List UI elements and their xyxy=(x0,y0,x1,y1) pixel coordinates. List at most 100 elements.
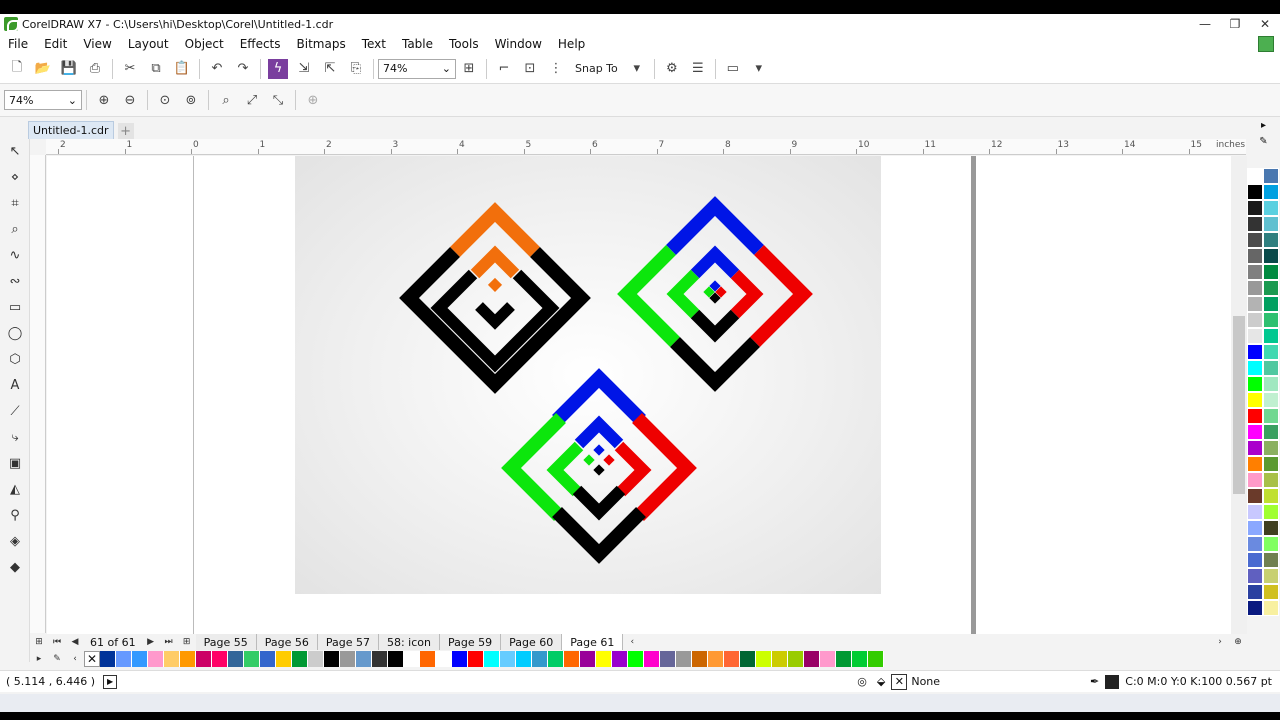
palette-swatch[interactable] xyxy=(1263,488,1279,504)
color-swatch[interactable] xyxy=(116,651,132,667)
menu-table[interactable]: Table xyxy=(402,37,433,51)
palette-eyedropper-icon[interactable]: ✎ xyxy=(1247,136,1280,152)
color-swatch[interactable] xyxy=(740,651,756,667)
snap-status-icon[interactable]: ◎ xyxy=(857,675,867,688)
snap-to-menu[interactable]: Snap To xyxy=(575,62,618,75)
page-tab-55[interactable]: Page 55 xyxy=(195,634,257,650)
palette-swatch[interactable] xyxy=(1247,280,1263,296)
palette-swatch[interactable] xyxy=(1263,520,1279,536)
drawing-canvas[interactable] xyxy=(47,156,1231,634)
color-swatch[interactable] xyxy=(244,651,260,667)
palette-swatch[interactable] xyxy=(1263,392,1279,408)
palette-expand-icon[interactable]: ▸ xyxy=(1247,120,1280,136)
palette-swatch[interactable] xyxy=(1263,360,1279,376)
color-swatch[interactable] xyxy=(212,651,228,667)
application-launcher-icon[interactable]: ☰ xyxy=(688,59,708,79)
page-tab-58[interactable]: 58: icon xyxy=(378,634,440,650)
palette-swatch[interactable] xyxy=(1263,440,1279,456)
page-tab-60[interactable]: Page 60 xyxy=(501,634,563,650)
palette-swatch[interactable] xyxy=(1247,424,1263,440)
freehand-tool-icon[interactable]: ∿ xyxy=(5,245,25,265)
import-icon[interactable]: ⇲ xyxy=(294,59,314,79)
menu-tools[interactable]: Tools xyxy=(449,37,479,51)
color-swatch[interactable] xyxy=(228,651,244,667)
artistic-media-icon[interactable]: ∾ xyxy=(5,271,25,291)
palette-swatch[interactable] xyxy=(1263,232,1279,248)
zoom-level-select[interactable]: 74% ⌄ xyxy=(378,58,456,79)
palette-swatch[interactable] xyxy=(1263,456,1279,472)
menu-help[interactable]: Help xyxy=(558,37,585,51)
menu-view[interactable]: View xyxy=(83,37,111,51)
color-swatch[interactable] xyxy=(532,651,548,667)
color-swatch[interactable] xyxy=(804,651,820,667)
menu-bitmaps[interactable]: Bitmaps xyxy=(297,37,346,51)
horizontal-ruler[interactable]: 2 1 0 1 2 3 4 5 6 7 8 9 10 11 12 13 14 15 inches xyxy=(46,139,1246,155)
open-icon[interactable]: 📂 xyxy=(33,59,53,79)
palette-swatch[interactable] xyxy=(1263,376,1279,392)
palette-swatch[interactable] xyxy=(1263,312,1279,328)
page-tab-61[interactable]: Page 61 xyxy=(562,634,624,650)
palette-swatch[interactable] xyxy=(1263,280,1279,296)
palette-swatch[interactable] xyxy=(1247,408,1263,424)
zoom-in-icon[interactable]: ⊕ xyxy=(94,90,114,110)
scroll-left-icon[interactable]: ‹ xyxy=(626,636,638,648)
palette-swatch[interactable] xyxy=(1247,296,1263,312)
color-swatch[interactable] xyxy=(100,651,116,667)
palette-swatch[interactable] xyxy=(1247,248,1263,264)
palette-swatch[interactable] xyxy=(1247,520,1263,536)
palette-swatch[interactable] xyxy=(1247,232,1263,248)
add-page-icon[interactable]: ⊞ xyxy=(33,636,45,648)
color-swatch[interactable] xyxy=(436,651,452,667)
color-swatch[interactable] xyxy=(788,651,804,667)
vertical-scroll-thumb[interactable] xyxy=(1233,316,1245,494)
copy-icon[interactable]: ⧉ xyxy=(146,59,166,79)
palette-swatch[interactable] xyxy=(1247,168,1263,184)
palette-swatch[interactable] xyxy=(1263,504,1279,520)
last-page-icon[interactable]: ⏭ xyxy=(163,636,175,648)
color-swatch[interactable] xyxy=(324,651,340,667)
no-color-swatch[interactable]: ✕ xyxy=(84,651,100,667)
color-swatch[interactable] xyxy=(836,651,852,667)
previous-page-icon[interactable]: ◀ xyxy=(69,636,81,648)
color-swatch[interactable] xyxy=(628,651,644,667)
show-guidelines-icon[interactable]: ⋮ xyxy=(546,59,566,79)
color-swatch[interactable] xyxy=(612,651,628,667)
palette-swatch[interactable] xyxy=(1247,440,1263,456)
view-mode-icon[interactable]: ▭ xyxy=(723,59,743,79)
menu-layout[interactable]: Layout xyxy=(128,37,169,51)
show-rulers-icon[interactable]: ⌐ xyxy=(494,59,514,79)
palette-swatch[interactable] xyxy=(1263,168,1279,184)
palette-swatch[interactable] xyxy=(1247,312,1263,328)
color-swatch[interactable] xyxy=(132,651,148,667)
zoom-tool-icon[interactable]: ⌕ xyxy=(5,219,25,239)
new-document-icon[interactable]: 🗋 xyxy=(7,59,27,79)
menu-edit[interactable]: Edit xyxy=(44,37,67,51)
color-swatch[interactable] xyxy=(644,651,660,667)
color-swatch[interactable] xyxy=(340,651,356,667)
menu-object[interactable]: Object xyxy=(185,37,224,51)
polygon-tool-icon[interactable]: ⬡ xyxy=(5,349,25,369)
shape-tool-icon[interactable]: ⋄ xyxy=(5,167,25,187)
color-swatch[interactable] xyxy=(388,651,404,667)
color-swatch[interactable] xyxy=(660,651,676,667)
color-swatch[interactable] xyxy=(708,651,724,667)
color-swatch[interactable] xyxy=(276,651,292,667)
publish-pdf-icon[interactable]: ⎘ xyxy=(346,59,366,79)
color-swatch[interactable] xyxy=(564,651,580,667)
color-swatch[interactable] xyxy=(500,651,516,667)
palette-swatch[interactable] xyxy=(1247,328,1263,344)
zoom-to-selected-icon[interactable]: ⊙ xyxy=(155,90,175,110)
color-swatch[interactable] xyxy=(692,651,708,667)
color-swatch[interactable] xyxy=(468,651,484,667)
close-button[interactable]: ✕ xyxy=(1258,17,1272,31)
palette-swatch[interactable] xyxy=(1263,216,1279,232)
palette-swatch[interactable] xyxy=(1247,456,1263,472)
palette-scroll-icon[interactable]: ‹ xyxy=(69,653,81,665)
palette-swatch[interactable] xyxy=(1263,568,1279,584)
save-icon[interactable]: 💾 xyxy=(59,59,79,79)
palette-swatch[interactable] xyxy=(1247,264,1263,280)
color-swatch[interactable] xyxy=(484,651,500,667)
palette-swatch[interactable] xyxy=(1263,424,1279,440)
crop-tool-icon[interactable]: ⌗ xyxy=(5,193,25,213)
vertical-scrollbar[interactable] xyxy=(1231,156,1247,634)
